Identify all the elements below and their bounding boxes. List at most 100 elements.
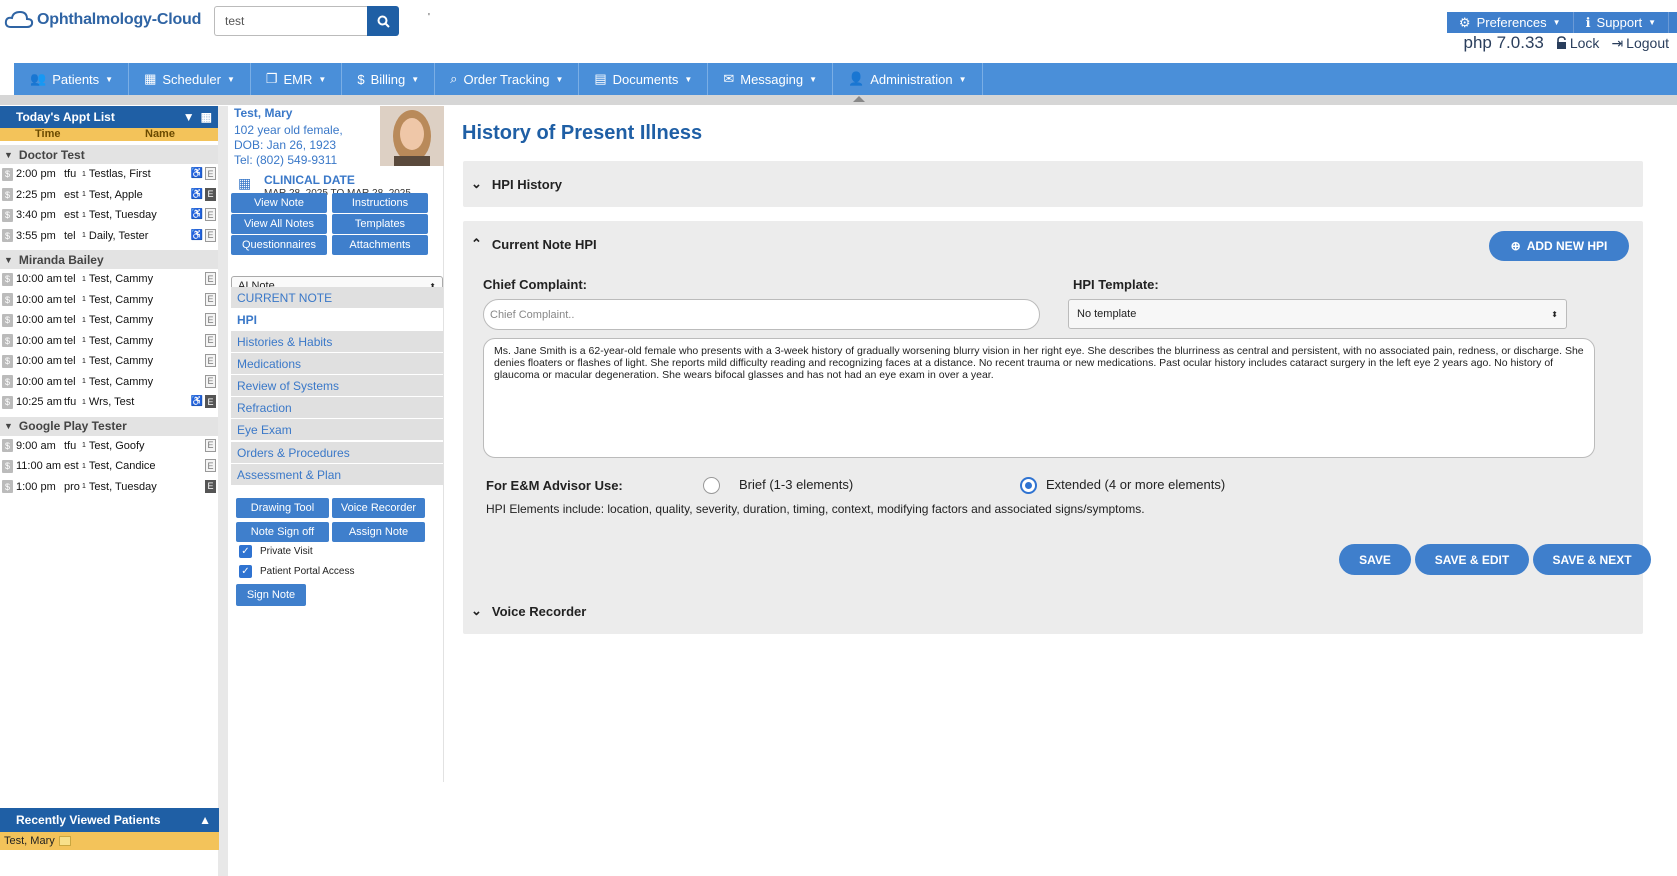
voice-recorder-button[interactable]: Voice Recorder <box>332 498 425 518</box>
appt-patient-name[interactable]: Test, Candice <box>89 460 189 472</box>
side-menu-item[interactable]: Review of Systems <box>231 375 443 396</box>
emr-icon[interactable]: E <box>205 292 216 306</box>
assign-note-button[interactable]: Assign Note <box>332 522 425 542</box>
recent-patient-item[interactable]: Test, Mary <box>0 832 219 850</box>
side-menu-item[interactable]: Assessment & Plan <box>231 464 443 485</box>
nav-order-tracking[interactable]: ⌕ Order Tracking ▼ <box>435 63 580 95</box>
appt-row[interactable]: $3:40 pm est 1 Test, Tuesday ♿ E <box>0 205 218 226</box>
billing-status-icon[interactable]: $ <box>2 395 13 409</box>
billing-status-icon[interactable]: $ <box>2 313 13 327</box>
appt-patient-name[interactable]: Test, Tuesday <box>89 209 189 221</box>
emr-icon[interactable]: E <box>205 228 216 242</box>
filter-icon[interactable]: ▼ <box>183 110 195 124</box>
appt-row[interactable]: $11:00 am est 1 Test, Candice E <box>0 456 218 477</box>
appt-group-header[interactable]: ▼ Google Play Tester <box>0 416 218 436</box>
side-menu-item[interactable]: Medications <box>231 353 443 374</box>
billing-status-icon[interactable]: $ <box>2 229 13 243</box>
search-input[interactable] <box>214 6 367 36</box>
nav-administration[interactable]: 👤 Administration ▼ <box>833 63 983 95</box>
questionnaires-button[interactable]: Questionnaires <box>231 235 327 255</box>
billing-status-icon[interactable]: $ <box>2 208 13 222</box>
private-visit-checkbox[interactable]: ✓ <box>239 545 252 558</box>
emr-icon[interactable]: E <box>205 333 216 347</box>
panel-scrollbar[interactable] <box>218 106 228 876</box>
lock-link[interactable]: Lock <box>1556 35 1599 51</box>
templates-button[interactable]: Templates <box>332 214 428 234</box>
save-next-button[interactable]: SAVE & NEXT <box>1533 544 1651 575</box>
billing-status-icon[interactable]: $ <box>2 439 13 453</box>
patient-name[interactable]: Test, Mary <box>234 106 292 121</box>
appt-patient-name[interactable]: Test, Cammy <box>89 335 189 347</box>
collapse-nav-icon[interactable] <box>853 96 865 102</box>
side-menu-item[interactable]: Histories & Habits <box>231 331 443 352</box>
appt-group-header[interactable]: ▼ Doctor Test <box>0 145 218 164</box>
hpi-history-header[interactable]: ⌄ HPI History <box>463 161 1643 207</box>
nav-patients[interactable]: 👥 Patients ▼ <box>14 63 130 95</box>
emr-icon[interactable]: E <box>205 395 216 408</box>
billing-status-icon[interactable]: $ <box>2 188 13 202</box>
appt-patient-name[interactable]: Test, Cammy <box>89 294 189 306</box>
billing-status-icon[interactable]: $ <box>2 272 13 286</box>
view-note-button[interactable]: View Note <box>231 193 327 213</box>
appt-row[interactable]: $10:00 am tel 1 Test, Cammy E <box>0 269 218 290</box>
instructions-button[interactable]: Instructions <box>332 193 428 213</box>
extended-radio[interactable] <box>1020 477 1037 494</box>
view-all-notes-button[interactable]: View All Notes <box>231 214 327 234</box>
appt-patient-name[interactable]: Test, Goofy <box>89 440 189 452</box>
sign-note-button[interactable]: Sign Note <box>236 584 306 606</box>
appt-row[interactable]: $2:00 pm tfu 1 Testlas, First ♿ E <box>0 164 218 185</box>
billing-status-icon[interactable]: $ <box>2 167 13 181</box>
emr-icon[interactable]: E <box>205 187 216 201</box>
billing-status-icon[interactable]: $ <box>2 459 13 473</box>
emr-icon[interactable]: E <box>205 354 216 367</box>
billing-status-icon[interactable]: $ <box>2 480 13 494</box>
search-button[interactable] <box>367 6 399 36</box>
appt-row[interactable]: $10:00 am tel 1 Test, Cammy E <box>0 310 218 331</box>
side-menu-item[interactable]: HPI <box>231 309 443 330</box>
billing-status-icon[interactable]: $ <box>2 375 13 389</box>
attachments-button[interactable]: Attachments <box>332 235 428 255</box>
appt-row[interactable]: $10:00 am tel 1 Test, Cammy E <box>0 331 218 352</box>
calendar-icon[interactable]: ▦ <box>201 110 212 124</box>
support-button[interactable]: ℹ Support ▼ <box>1573 12 1669 33</box>
emr-icon[interactable]: E <box>205 459 216 472</box>
nav-billing[interactable]: $ Billing ▼ <box>342 63 436 95</box>
brief-radio[interactable] <box>703 477 720 494</box>
logout-link[interactable]: ⇥ Logout <box>1611 35 1669 52</box>
emr-icon[interactable]: E <box>205 374 216 388</box>
side-menu-item[interactable]: CURRENT NOTE <box>231 287 443 308</box>
side-menu-item[interactable]: Eye Exam <box>231 419 443 440</box>
appt-row[interactable]: $1:00 pm pro 1 Test, Tuesday E <box>0 477 218 498</box>
appt-patient-name[interactable]: Test, Tuesday <box>89 481 189 493</box>
nav-documents[interactable]: ▤ Documents ▼ <box>579 63 709 95</box>
billing-status-icon[interactable]: $ <box>2 354 13 368</box>
appt-patient-name[interactable]: Test, Apple <box>89 189 189 201</box>
emr-icon[interactable]: E <box>205 479 216 493</box>
appt-patient-name[interactable]: Test, Cammy <box>89 273 189 285</box>
voice-recorder-header[interactable]: ⌄ Voice Recorder <box>463 588 1643 634</box>
app-logo[interactable]: Ophthalmology-Cloud <box>4 10 201 30</box>
emr-icon[interactable]: E <box>205 438 216 452</box>
appt-row[interactable]: $10:25 am tfu 1 Wrs, Test ♿ E <box>0 392 218 413</box>
save-button[interactable]: SAVE <box>1339 544 1411 575</box>
hpi-textarea[interactable]: Ms. Jane Smith is a 62-year-old female w… <box>483 338 1595 458</box>
side-menu-item[interactable]: Orders & Procedures <box>231 442 443 463</box>
appt-row[interactable]: $10:00 am tel 1 Test, Cammy E <box>0 372 218 393</box>
more-button[interactable] <box>1669 12 1677 33</box>
appt-patient-name[interactable]: Test, Cammy <box>89 314 189 326</box>
emr-icon[interactable]: E <box>205 313 216 326</box>
nav-messaging[interactable]: ✉ Messaging ▼ <box>708 63 834 95</box>
appt-row[interactable]: $2:25 pm est 1 Test, Apple ♿ E <box>0 185 218 206</box>
emr-icon[interactable]: E <box>205 208 216 221</box>
appt-group-header[interactable]: ▼ Miranda Bailey <box>0 250 218 269</box>
patient-portal-checkbox[interactable]: ✓ <box>239 565 252 578</box>
billing-status-icon[interactable]: $ <box>2 334 13 348</box>
appt-patient-name[interactable]: Wrs, Test <box>89 396 189 408</box>
appt-patient-name[interactable]: Testlas, First <box>89 168 189 180</box>
emr-icon[interactable]: E <box>205 167 216 180</box>
appt-row[interactable]: $3:55 pm tel 1 Daily, Tester ♿ E <box>0 226 218 247</box>
chief-complaint-input[interactable]: Chief Complaint.. <box>483 299 1040 330</box>
appt-patient-name[interactable]: Test, Cammy <box>89 376 189 388</box>
nav-emr[interactable]: ❐ EMR ▼ <box>251 63 343 95</box>
note-sign-off-button[interactable]: Note Sign off <box>236 522 329 542</box>
